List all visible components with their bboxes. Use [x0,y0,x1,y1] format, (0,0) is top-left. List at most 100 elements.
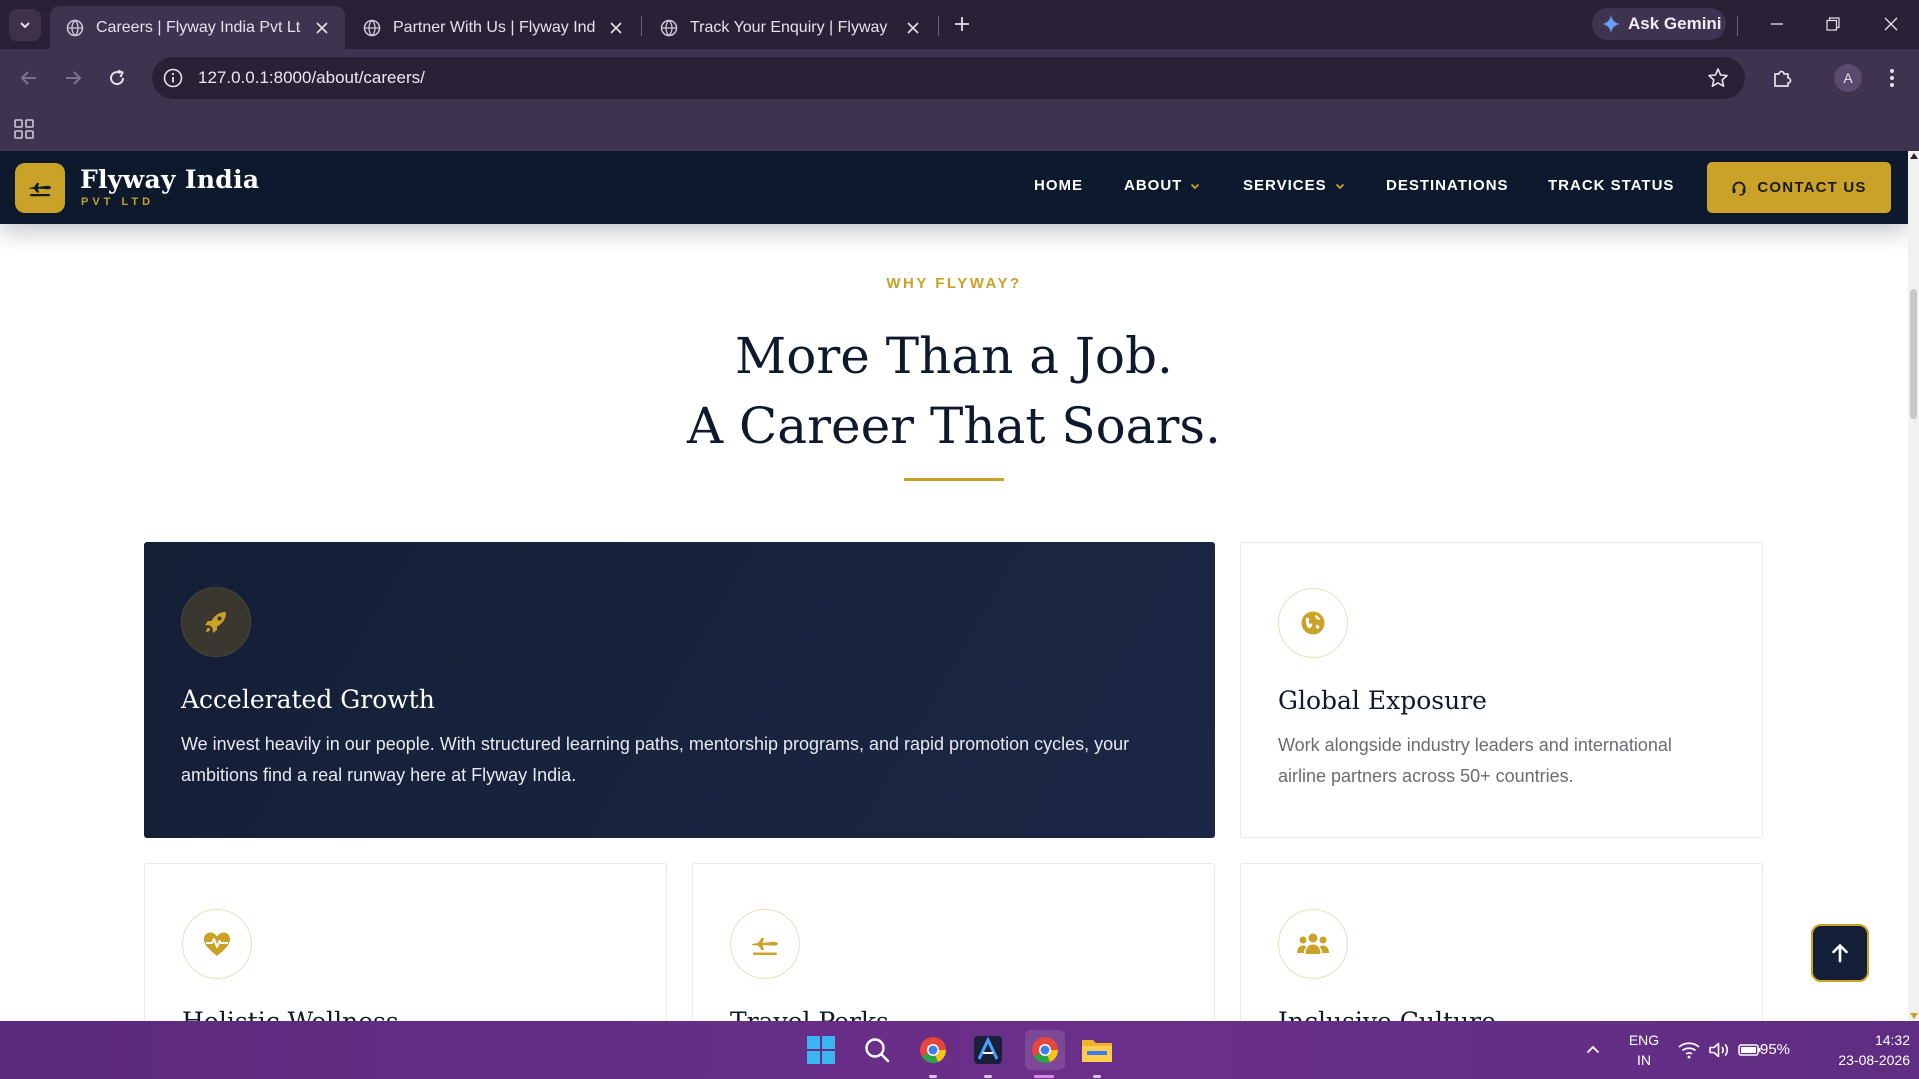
card-title: Accelerated Growth [181,685,435,714]
restore-button[interactable] [1817,8,1849,40]
taskbar-active-indicator [1034,1075,1054,1078]
tab-search-button[interactable] [9,9,41,41]
brand-name[interactable]: Flyway India [80,165,259,194]
chrome-icon [1032,1037,1058,1063]
close-window-button[interactable] [1875,8,1907,40]
battery-percent: 95% [1760,1041,1791,1058]
toolbar-separator [1737,16,1738,36]
card-title: Travel Perks [730,1007,889,1021]
tab-careers[interactable]: Careers | Flyway India Pvt Ltd [50,6,345,49]
close-icon[interactable] [311,17,333,39]
plus-icon [955,17,969,31]
nav-services[interactable]: SERVICES [1243,177,1345,194]
search-button[interactable] [859,1032,895,1068]
start-button[interactable] [803,1032,839,1068]
tab-partner[interactable]: Partner With Us | Flyway India [347,6,639,49]
more-vert-icon [1890,69,1894,87]
brand-subtitle: PVT LTD [81,196,155,208]
clock-date: 23-08-2026 [1838,1052,1910,1068]
benefit-card-accelerated-growth: Accelerated Growth We invest heavily in … [144,542,1215,838]
clock-time: 14:32 [1874,1032,1910,1048]
nav-home[interactable]: HOME [1034,177,1083,194]
ask-gemini-button[interactable]: Ask Gemini [1592,8,1726,40]
editor-app-icon [974,1036,1002,1064]
card-title: Holistic Wellness [182,1007,399,1021]
browser-toolbar: 127.0.0.1:8000/about/careers/ A [0,49,1919,108]
heading-line-1: More Than a Job. [735,327,1173,385]
windows-taskbar: ENG IN 95% 14:32 23-08-2026 [0,1021,1919,1079]
contact-us-button[interactable]: CONTACT US [1707,162,1891,213]
site-info-icon[interactable] [162,67,184,89]
plane-icon [29,183,51,197]
globe-icon [1278,588,1348,658]
benefit-card-travel-perks: Travel Perks [692,863,1215,1021]
chrome-taskbar-button[interactable] [915,1032,951,1068]
scroll-thumb[interactable] [1910,289,1917,419]
taskbar-running-indicator [929,1075,937,1078]
card-description: We invest heavily in our people. With st… [181,734,1130,785]
arrow-right-icon [66,71,82,85]
reload-icon [110,69,125,86]
benefit-card-global-exposure: Global Exposure Work alongside industry … [1240,542,1763,838]
back-to-top-button[interactable] [1811,924,1869,982]
battery-status[interactable] [1738,1021,1762,1079]
folder-icon [1082,1040,1112,1062]
speaker-icon [1709,1042,1729,1058]
apps-grid-icon[interactable] [12,117,36,141]
browser-menu-button[interactable] [1878,61,1906,95]
users-icon [1278,909,1348,979]
address-bar[interactable]: 127.0.0.1:8000/about/careers/ [152,57,1745,99]
chevron-down-icon [1335,183,1344,189]
search-icon [865,1038,890,1063]
page-scrollbar[interactable] [1908,151,1919,1021]
scroll-down-arrow[interactable] [1910,1013,1918,1019]
heading-divider [904,478,1004,481]
forward-button[interactable] [56,61,90,95]
scroll-up-arrow[interactable] [1910,153,1918,159]
gemini-sparkle-icon [1602,15,1620,33]
bookmark-star-icon[interactable] [1707,67,1729,89]
nav-track-status-label: TRACK STATUS [1548,177,1675,194]
battery-icon [1738,1044,1761,1056]
globe-icon [66,19,84,36]
network-status[interactable] [1678,1021,1700,1079]
input-language-indicator[interactable]: ENG IN [1627,1030,1661,1070]
minimize-button[interactable] [1761,8,1793,40]
arrow-up-icon [1832,944,1848,963]
chevron-down-icon [1191,183,1200,189]
page-viewport: Flyway India PVT LTD HOME ABOUT SERVICES… [0,151,1908,1021]
lang-line-1: ENG [1628,1032,1660,1048]
close-icon[interactable] [902,17,924,39]
benefit-card-inclusive-culture: Inclusive Culture [1240,863,1763,1021]
nav-about-label: ABOUT [1124,177,1183,194]
brand-logo[interactable] [15,163,65,213]
tab-separator [641,16,642,36]
close-icon[interactable] [605,17,627,39]
clock[interactable]: 14:32 23-08-2026 [1810,1030,1910,1070]
nav-home-label: HOME [1034,177,1083,194]
site-header: Flyway India PVT LTD HOME ABOUT SERVICES… [0,151,1908,224]
extensions-button[interactable] [1765,61,1799,95]
card-title: Inclusive Culture [1278,1007,1496,1021]
tab-title: Careers | Flyway India Pvt Ltd [96,18,301,36]
chrome-active-taskbar-button[interactable] [1025,1030,1065,1070]
lang-line-2: IN [1637,1052,1651,1068]
back-button[interactable] [12,61,46,95]
nav-destinations[interactable]: DESTINATIONS [1386,177,1509,194]
profile-avatar[interactable]: A [1834,64,1862,92]
tray-chevron[interactable] [1585,1021,1601,1079]
nav-about[interactable]: ABOUT [1124,177,1200,194]
new-tab-button[interactable] [949,11,975,37]
editor-taskbar-button[interactable] [970,1032,1006,1068]
tab-separator [938,16,939,36]
restore-icon [1826,17,1840,31]
tab-track[interactable]: Track Your Enquiry | Flyway India [644,6,936,49]
volume-status[interactable] [1708,1021,1730,1079]
reload-button[interactable] [100,61,134,95]
plane-icon [730,909,800,979]
nav-track-status[interactable]: TRACK STATUS [1548,177,1674,194]
tab-title: Partner With Us | Flyway India [393,18,595,36]
nav-services-label: SERVICES [1243,177,1327,194]
heading-line-2: A Career That Soars. [687,397,1221,455]
file-explorer-taskbar-button[interactable] [1079,1032,1115,1068]
